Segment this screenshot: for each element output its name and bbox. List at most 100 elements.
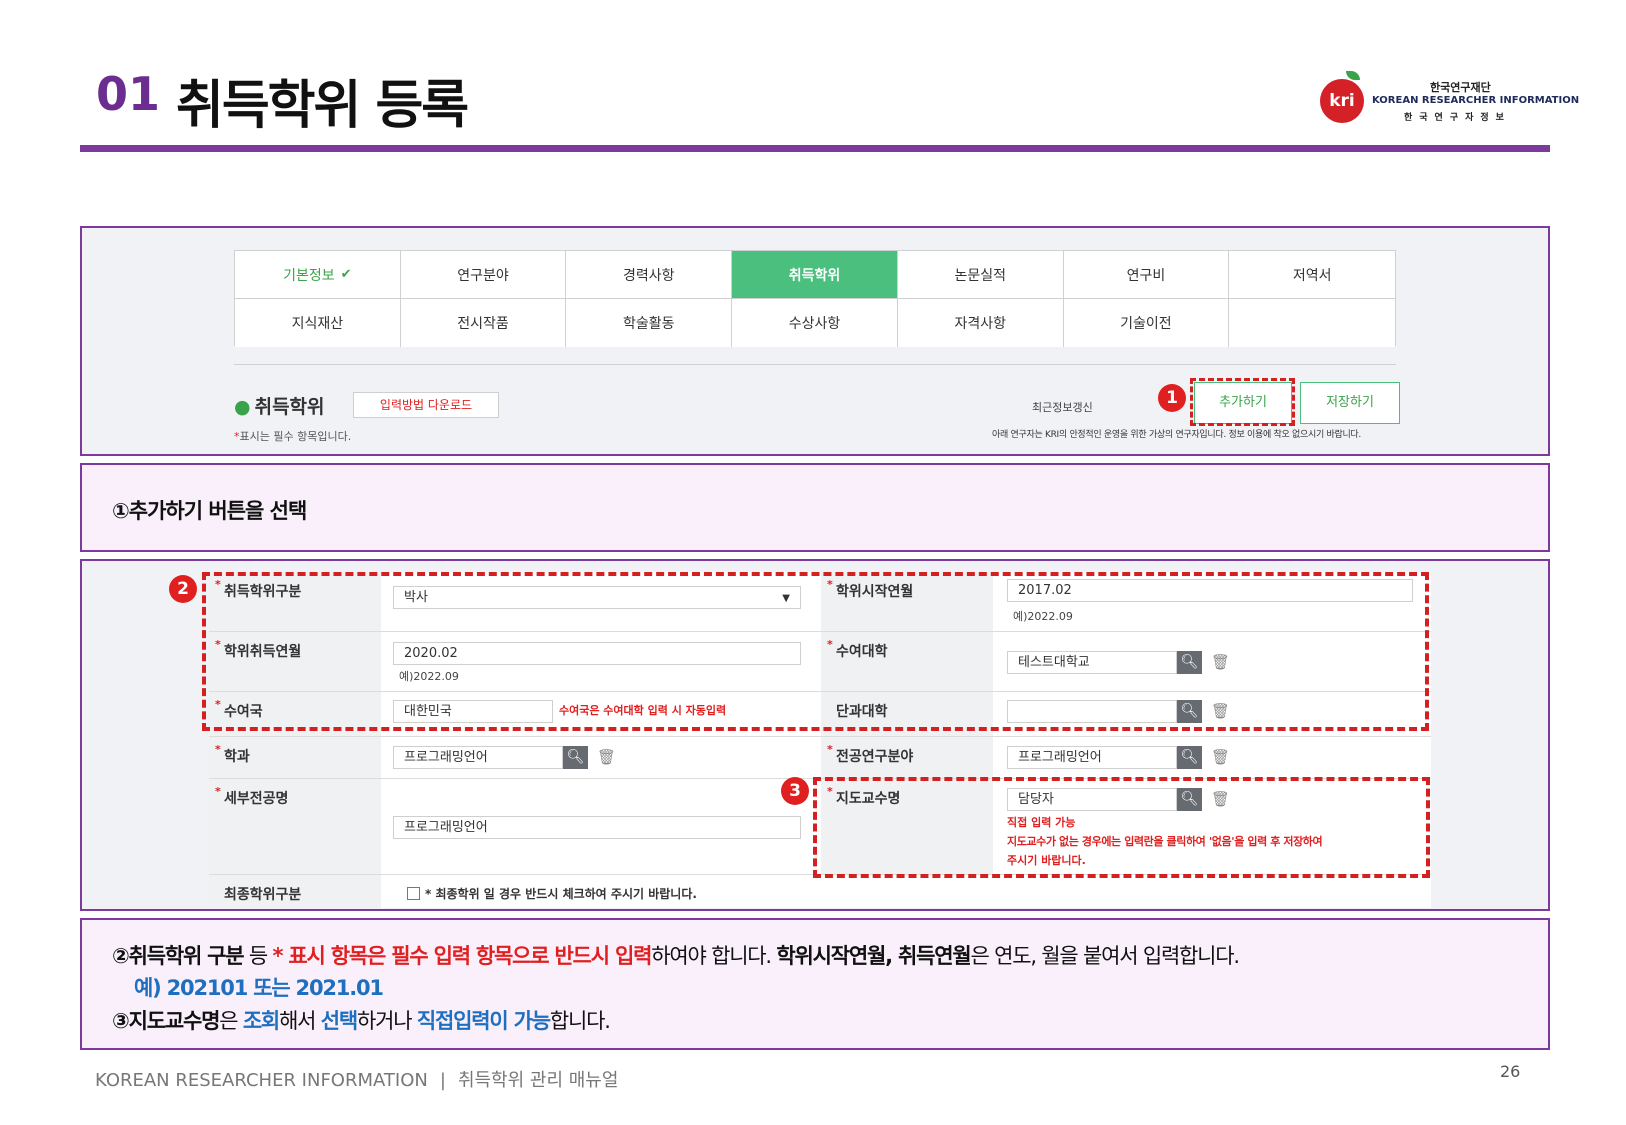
tab-books[interactable]: 저역서	[1229, 251, 1395, 299]
sub-major-label: * 세부전공명	[209, 779, 381, 874]
research-field-cell: 프로그래밍언어 🔍︎ 🗑︎	[993, 737, 1431, 778]
tab-label: 취득학위	[788, 267, 841, 284]
sub-major-input[interactable]: 프로그래밍언어	[393, 816, 801, 839]
instruction-text-highlight: 선택	[320, 1009, 358, 1033]
research-field-label: * 전공연구분야	[821, 737, 993, 778]
footer-manual-title: 취득학위 관리 매뉴얼	[457, 1070, 619, 1091]
header-rule	[80, 145, 1550, 152]
section-title-text: 취득학위	[254, 396, 325, 418]
tab-basic-info[interactable]: 기본정보 ✔	[235, 251, 401, 299]
page-number: 26	[1500, 1062, 1521, 1081]
instruction-text: 지도교수명	[128, 1009, 221, 1033]
instruction-text: 은	[219, 1009, 243, 1033]
tab-label: 저역서	[1292, 267, 1332, 284]
instruction-text: 하거나	[357, 1009, 417, 1033]
trash-icon[interactable]: 🗑︎	[597, 748, 616, 766]
instruction-text-highlight: 직접입력이 가능	[416, 1009, 551, 1033]
highlight-advisor-field	[813, 777, 1430, 878]
tab-research-funds[interactable]: 연구비	[1063, 251, 1230, 299]
divider	[234, 364, 1396, 365]
instruction-text: 학위시작연월, 취득연월	[776, 944, 971, 968]
instruction-text: 하여야 합니다.	[651, 944, 777, 968]
research-field-input[interactable]: 프로그래밍언어	[1007, 746, 1177, 769]
logo-english-name: KOREAN RESEARCHER INFORMATION	[1372, 95, 1580, 106]
instruction-box-2: ②취득학위 구분 등 * 표시 항목은 필수 입력 항목으로 반드시 입력하여야…	[80, 918, 1550, 1050]
instruction-2-example: 예) 202101 또는 2021.01	[134, 972, 384, 1002]
tab-label: 학술활동	[623, 316, 675, 332]
instruction-text: 해서	[279, 1009, 321, 1033]
label-text: 전공연구분야	[836, 749, 914, 765]
final-degree-checkbox-label: * 최종학위 일 경우 반드시 체크하여 주시기 바랍니다.	[425, 887, 697, 901]
instruction-text-required: * 표시 항목은 필수 입력 항목으로 반드시 입력	[272, 944, 653, 968]
form-row: 최종학위구분 * 최종학위 일 경우 반드시 체크하여 주시기 바랍니다.	[209, 875, 1431, 908]
tab-career[interactable]: 경력사항	[566, 251, 733, 299]
label-text: 최종학위구분	[224, 887, 302, 903]
tab-certifications[interactable]: 자격사항	[897, 299, 1064, 347]
tab-label: 연구비	[1126, 267, 1166, 284]
footer-org: KOREAN RESEARCHER INFORMATION	[95, 1070, 428, 1091]
label-text: 학과	[224, 749, 250, 765]
tab-academic-activities[interactable]: 학술활동	[566, 299, 733, 347]
tab-label: 기본정보	[283, 267, 335, 284]
tab-label: 지식재산	[291, 316, 344, 332]
department-input[interactable]: 프로그래밍언어	[393, 746, 563, 769]
label-text: 세부전공명	[224, 791, 289, 807]
tab-tech-transfer[interactable]: 기술이전	[1063, 299, 1230, 347]
tab-awards[interactable]: 수상사항	[732, 299, 898, 347]
recent-update-label: 최근정보갱신	[1032, 401, 1093, 414]
search-icon[interactable]: 🔍︎	[1177, 746, 1202, 769]
leaf-icon	[1346, 71, 1360, 80]
screenshot-panel-form: * 취득학위구분 박사 ▼ * 학위시작연월 2017.02 예)2022.09 * 학…	[80, 559, 1550, 911]
step-badge-3: 3	[781, 777, 809, 805]
tab-label: 수상사항	[788, 316, 841, 332]
trash-icon[interactable]: 🗑︎	[1211, 748, 1230, 766]
instruction-2: ②취득학위 구분 등 * 표시 항목은 필수 입력 항목으로 반드시 입력하여야…	[112, 940, 1240, 970]
kri-logo: kri 한국연구재단 KOREAN RESEARCHER INFORMATION…	[1320, 71, 1579, 127]
tab-label: 논문실적	[954, 267, 1006, 284]
final-degree-cell: * 최종학위 일 경우 반드시 체크하여 주시기 바랍니다.	[381, 875, 1431, 908]
search-icon[interactable]: 🔍︎	[563, 746, 588, 769]
instruction-text: 합니다.	[549, 1009, 611, 1033]
instruction-number: ②	[112, 944, 130, 968]
page-header: 01 취득학위 등록 kri 한국연구재단 KOREAN RESEARCHER …	[80, 55, 1579, 155]
instruction-text-highlight: 조회	[242, 1009, 280, 1033]
instruction-text: 취득학위 구분	[128, 944, 245, 968]
bullet-icon: ●	[234, 396, 251, 418]
instruction-box-1: ①추가하기 버튼을 선택	[80, 463, 1550, 552]
logo-org-name: 한국연구재단	[1430, 81, 1491, 94]
highlight-add-button	[1190, 378, 1295, 426]
instruction-3: ③지도교수명은 조회해서 선택하거나 직접입력이 가능합니다.	[112, 1005, 611, 1035]
tab-research-field[interactable]: 연구분야	[400, 251, 567, 299]
instruction-text: 은 연도, 월을 붙여서 입력합니다.	[970, 944, 1240, 968]
tab-intellectual-property[interactable]: 지식재산	[235, 299, 401, 347]
tab-empty	[1229, 299, 1395, 347]
instruction-1: ①추가하기 버튼을 선택	[112, 499, 307, 523]
final-degree-checkbox[interactable]	[407, 887, 420, 900]
final-degree-label: 최종학위구분	[209, 875, 381, 908]
tab-exhibitions[interactable]: 전시작품	[400, 299, 567, 347]
page-title: 취득학위 등록	[176, 76, 469, 136]
kri-logo-mark: kri	[1320, 79, 1364, 123]
screenshot-panel-tabs: 기본정보 ✔ 연구분야 경력사항 취득학위 논문실적 연구비 저역서 지식재산 전…	[80, 226, 1550, 456]
logo-korean-name: 한국연구자정보	[1404, 113, 1511, 123]
download-guide-button[interactable]: 입력방법 다운로드	[353, 392, 499, 418]
department-cell: 프로그래밍언어 🔍︎ 🗑︎	[381, 737, 821, 778]
check-icon: ✔	[340, 267, 352, 282]
instruction-example: 예) 202101 또는 2021.01	[134, 976, 384, 1000]
category-tabs: 기본정보 ✔ 연구분야 경력사항 취득학위 논문실적 연구비 저역서 지식재산 전…	[234, 250, 1396, 347]
form-row: * 학과 프로그래밍언어 🔍︎ 🗑︎ * 전공연구분야 프로그래밍언어 🔍︎ 🗑︎	[209, 737, 1431, 779]
tab-label: 기술이전	[1120, 316, 1172, 332]
instruction-number: ③	[112, 1009, 130, 1033]
sub-major-cell: 프로그래밍언어	[381, 779, 821, 874]
step-badge-1: 1	[1158, 384, 1186, 412]
step-badge-2: 2	[169, 575, 197, 603]
footer: KOREAN RESEARCHER INFORMATION | 취득학위 관리 매뉴…	[95, 1066, 618, 1092]
tab-label: 전시작품	[457, 316, 509, 332]
footer-separator: |	[439, 1070, 446, 1091]
tab-label: 경력사항	[623, 267, 675, 284]
virtual-researcher-notice: 아래 연구자는 KRI의 안정적인 운영을 위한 가상의 연구자입니다. 정보 …	[992, 430, 1361, 440]
save-button[interactable]: 저장하기	[1300, 382, 1400, 424]
tab-label: 연구분야	[457, 267, 509, 284]
tab-degree[interactable]: 취득학위	[732, 251, 898, 299]
tab-papers[interactable]: 논문실적	[897, 251, 1064, 299]
